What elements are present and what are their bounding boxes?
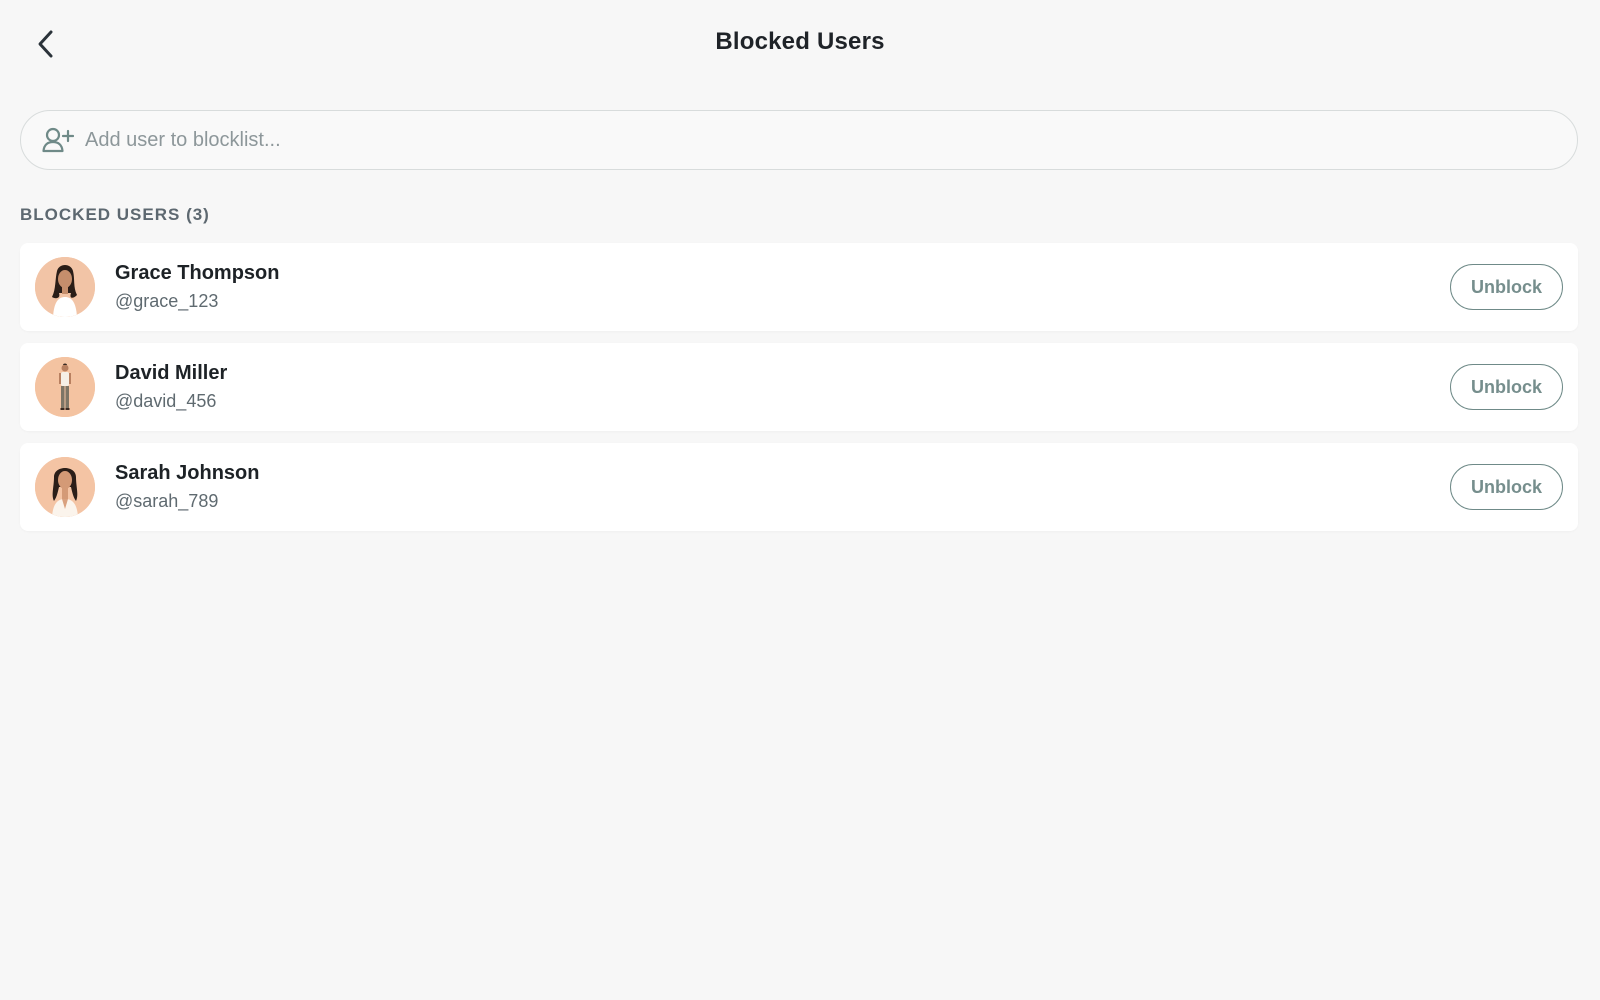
unblock-button[interactable]: Unblock (1450, 464, 1563, 510)
user-name: Sarah Johnson (115, 462, 260, 484)
user-handle: @sarah_789 (115, 491, 219, 511)
add-user-input[interactable] (83, 119, 1577, 161)
user-handle: @grace_123 (115, 291, 219, 311)
user-row: David Miller @david_456 Unblock (20, 343, 1578, 431)
user-name: Grace Thompson (115, 262, 280, 284)
avatar (35, 257, 95, 317)
user-info: Grace Thompson @grace_123 (115, 260, 279, 314)
add-user-search-bar[interactable] (20, 110, 1578, 170)
unblock-button[interactable]: Unblock (1450, 364, 1563, 410)
blocked-users-list: Grace Thompson @grace_123 Unblock David … (20, 243, 1578, 543)
user-row: Grace Thompson @grace_123 Unblock (20, 243, 1578, 331)
add-user-icon (41, 123, 75, 157)
unblock-button[interactable]: Unblock (1450, 264, 1563, 310)
page-title: Blocked Users (715, 28, 885, 55)
user-info: David Miller @david_456 (115, 360, 227, 414)
header: Blocked Users (0, 0, 1600, 90)
user-handle: @david_456 (115, 391, 217, 411)
user-info: Sarah Johnson @sarah_789 (115, 460, 259, 514)
user-name: David Miller (115, 362, 228, 384)
section-label: BLOCKED USERS (3) (20, 205, 210, 224)
user-row: Sarah Johnson @sarah_789 Unblock (20, 443, 1578, 531)
avatar (35, 457, 95, 517)
avatar (35, 357, 95, 417)
